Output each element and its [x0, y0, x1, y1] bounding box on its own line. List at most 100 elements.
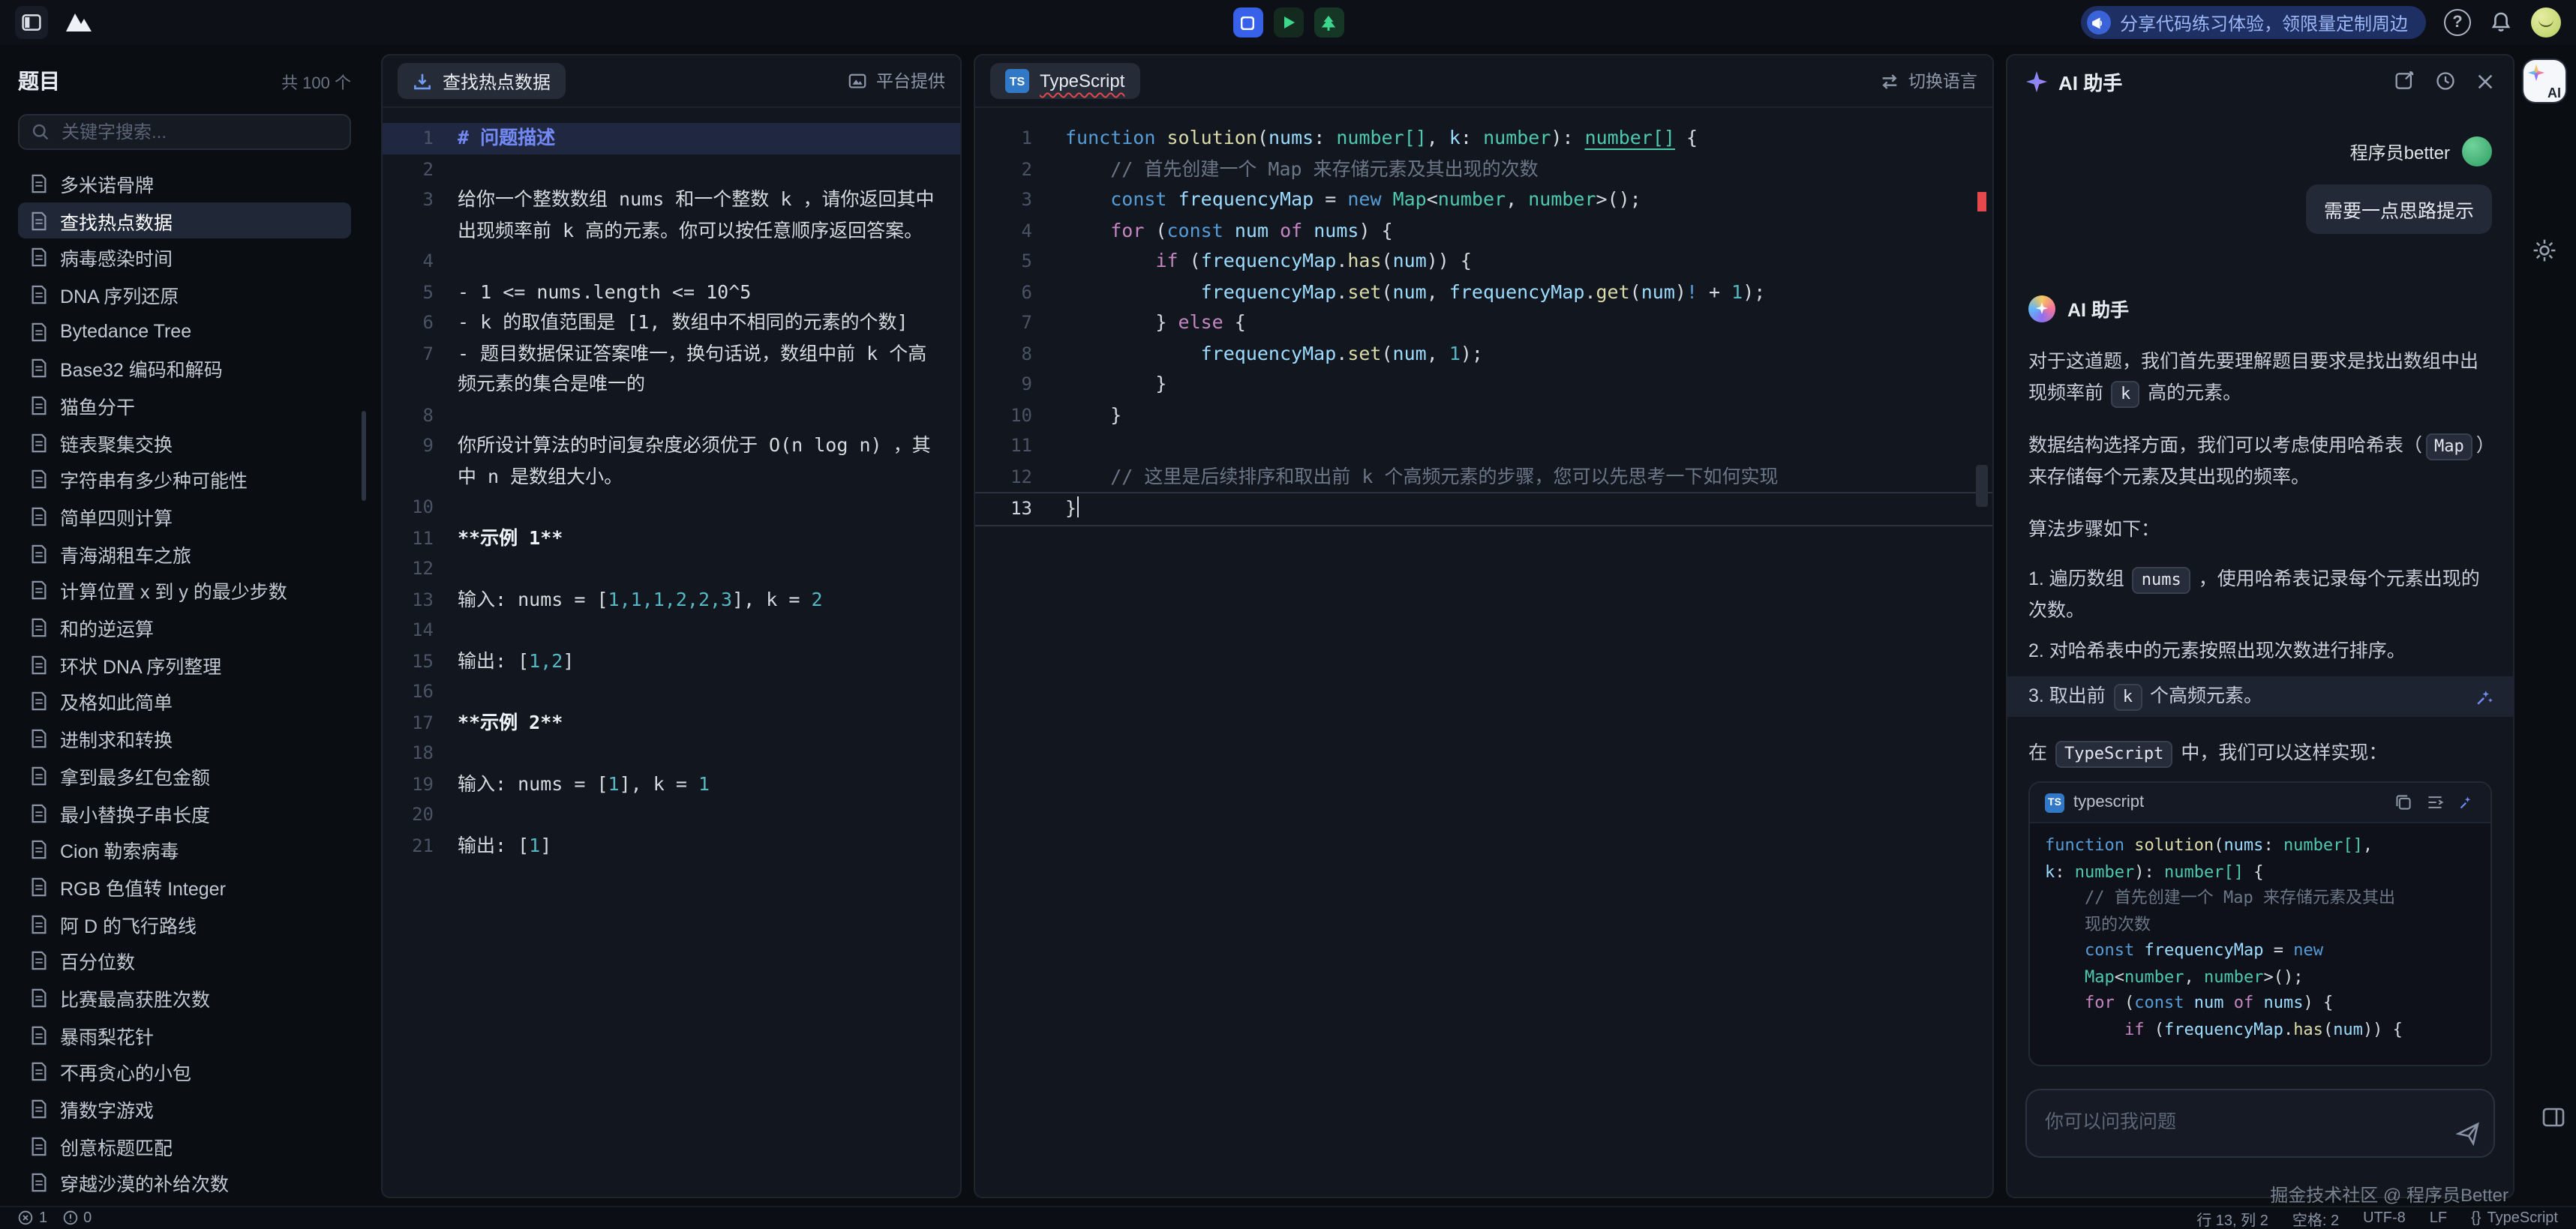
new-chat-icon[interactable] — [2394, 70, 2415, 91]
description-line[interactable]: 2 — [383, 154, 960, 184]
warning-count: 0 — [83, 1210, 92, 1226]
eol-setting[interactable]: LF — [2430, 1210, 2447, 1226]
user-avatar[interactable] — [2531, 7, 2561, 37]
sidebar-item-problem[interactable]: RGB 色值转 Integer — [18, 868, 351, 905]
description-line[interactable]: 10 — [383, 492, 960, 523]
sidebar-item-problem[interactable]: Base32 编码和解码 — [18, 350, 351, 387]
history-icon[interactable] — [2435, 70, 2456, 91]
description-line[interactable]: 20 — [383, 799, 960, 830]
ai-question-input[interactable] — [2042, 1102, 2451, 1144]
search-box[interactable] — [18, 114, 351, 150]
code-line[interactable]: 12 // 这里是后续排序和取出前 k 个高频元素的步骤，您可以先思考一下如何实… — [975, 461, 1992, 492]
line-number: 9 — [383, 430, 434, 461]
sidebar-item-problem[interactable]: 不再贪心的小包 — [18, 1054, 351, 1090]
code-line[interactable]: 6 frequencyMap.set(num, frequencyMap.get… — [975, 277, 1992, 307]
panel-collapse-icon[interactable] — [2541, 1105, 2565, 1129]
description-line[interactable]: 14 — [383, 615, 960, 646]
code-line[interactable]: 10 } — [975, 400, 1992, 430]
description-line[interactable]: 13输入: nums = [1,1,1,2,2,3], k = 2 — [383, 584, 960, 615]
close-icon[interactable] — [2475, 71, 2495, 91]
sidebar-item-problem[interactable]: 穿越沙漠的补给次数 — [18, 1165, 351, 1201]
sidebar-item-problem[interactable]: 猜数字游戏 — [18, 1090, 351, 1127]
send-icon[interactable] — [2456, 1122, 2480, 1146]
sidebar-item-problem[interactable]: 阿 D 的飞行路线 — [18, 906, 351, 943]
description-line[interactable]: 8 — [383, 400, 960, 430]
description-content[interactable]: 1# 问题描述23给你一个整数数组 nums 和一个整数 k ，请你返回其中出现… — [383, 108, 960, 1197]
description-line[interactable]: 19输入: nums = [1], k = 1 — [383, 769, 960, 799]
description-line[interactable]: 1# 问题描述 — [383, 123, 960, 154]
sidebar-scrollbar[interactable] — [362, 411, 366, 501]
description-line[interactable]: 12 — [383, 553, 960, 584]
ai-widget-button[interactable]: AI — [2523, 60, 2565, 102]
settings-gear-icon[interactable] — [2531, 237, 2558, 264]
editor-scrollbar[interactable] — [1976, 465, 1988, 507]
sidebar-item-problem[interactable]: 病毒感染时间 — [18, 239, 351, 276]
description-line[interactable]: 18 — [383, 738, 960, 769]
magic-icon[interactable] — [2457, 793, 2475, 811]
description-line[interactable]: 6- k 的取值范围是 [1, 数组中不相同的元素的个数] — [383, 307, 960, 338]
description-tab[interactable]: 查找热点数据 — [398, 63, 566, 99]
ai-input-box[interactable] — [2025, 1089, 2495, 1158]
run-button[interactable] — [1273, 7, 1303, 37]
sidebar-item-problem[interactable]: 多米诺骨牌 — [18, 165, 351, 202]
sidebar-item-problem[interactable]: 字符串有多少种可能性 — [18, 461, 351, 498]
insert-code-icon[interactable] — [2426, 793, 2444, 811]
promo-banner[interactable]: 分享代码练习体验，领限量定制周边 — [2081, 6, 2426, 39]
sidebar-item-problem[interactable]: 及格如此简单 — [18, 683, 351, 720]
problems-indicator[interactable]: 1 0 — [18, 1210, 92, 1226]
description-line[interactable]: 9你所设计算法的时间复杂度必须优于 O(n log n) ，其中 n 是数组大小… — [383, 430, 960, 492]
sidebar-item-problem[interactable]: 进制求和转换 — [18, 721, 351, 757]
sidebar-item-problem[interactable]: 比赛最高获胜次数 — [18, 979, 351, 1016]
sidebar-item-problem[interactable]: 百分位数 — [18, 943, 351, 979]
description-line[interactable]: 4 — [383, 246, 960, 277]
sidebar-toggle-button[interactable] — [15, 6, 48, 39]
code-line[interactable]: 2 // 首先创建一个 Map 来存储元素及其出现的次数 — [975, 154, 1992, 184]
description-line[interactable]: 7- 题目数据保证答案唯一，换句话说，数组中前 k 个高频元素的集合是唯一的 — [383, 338, 960, 400]
sidebar-item-problem[interactable]: 暴雨梨花针 — [18, 1017, 351, 1054]
sidebar-item-problem[interactable]: 拿到最多红包金额 — [18, 757, 351, 794]
code-line[interactable]: 3 const frequencyMap = new Map<number, n… — [975, 184, 1992, 215]
indentation-setting[interactable]: 空格: 2 — [2292, 1207, 2339, 1229]
sidebar-item-problem[interactable]: 最小替换子串长度 — [18, 794, 351, 831]
apply-suggestion-icon[interactable] — [2474, 686, 2495, 707]
sidebar-item-problem[interactable]: 简单四则计算 — [18, 498, 351, 535]
sidebar-item-problem[interactable]: 创意标题匹配 — [18, 1128, 351, 1165]
editor-language-tab[interactable]: TS TypeScript — [990, 63, 1139, 99]
sidebar-item-problem[interactable]: 计算位置 x 到 y 的最少步数 — [18, 572, 351, 609]
code-line[interactable]: 5 if (frequencyMap.has(num)) { — [975, 246, 1992, 277]
cursor-position[interactable]: 行 13, 列 2 — [2196, 1207, 2268, 1229]
description-line[interactable]: 3给你一个整数数组 nums 和一个整数 k ，请你返回其中出现频率前 k 高的… — [383, 184, 960, 246]
switch-language-button[interactable]: 切换语言 — [1880, 69, 1977, 93]
code-line[interactable]: 4 for (const num of nums) { — [975, 215, 1992, 246]
sidebar-item-problem[interactable]: 和的逆运算 — [18, 610, 351, 646]
stop-button[interactable] — [1232, 7, 1262, 37]
code-line[interactable]: 9 } — [975, 369, 1992, 400]
description-line[interactable]: 5- 1 <= nums.length <= 10^5 — [383, 277, 960, 307]
description-line[interactable]: 16 — [383, 676, 960, 707]
code-line[interactable]: 11 — [975, 430, 1992, 461]
sidebar-item-problem[interactable]: 猫鱼分干 — [18, 387, 351, 424]
editor-content[interactable]: 1function solution(nums: number[], k: nu… — [975, 108, 1992, 1197]
description-line[interactable]: 11**示例 1** — [383, 523, 960, 553]
code-line[interactable]: 8 frequencyMap.set(num, 1); — [975, 338, 1992, 369]
sidebar-item-problem[interactable]: 链表聚集交换 — [18, 424, 351, 461]
sidebar-item-problem[interactable]: Cion 勒索病毒 — [18, 832, 351, 868]
notifications-bell-icon[interactable] — [2489, 10, 2513, 34]
description-line[interactable]: 21输出: [1] — [383, 830, 960, 861]
code-line[interactable]: 7 } else { — [975, 307, 1992, 338]
description-line[interactable]: 15输出: [1,2] — [383, 646, 960, 676]
search-input[interactable] — [59, 120, 338, 144]
language-mode[interactable]: {} TypeScript — [2471, 1210, 2558, 1226]
copy-icon[interactable] — [2394, 793, 2412, 811]
sidebar-item-problem[interactable]: 环状 DNA 序列整理 — [18, 646, 351, 683]
code-line[interactable]: 13} — [975, 492, 1992, 526]
code-line[interactable]: 1function solution(nums: number[], k: nu… — [975, 123, 1992, 154]
sidebar-item-problem[interactable]: Bytedance Tree — [18, 313, 351, 350]
description-line[interactable]: 17**示例 2** — [383, 707, 960, 738]
sidebar-item-problem[interactable]: 青海湖租车之旅 — [18, 535, 351, 572]
sidebar-item-problem[interactable]: DNA 序列还原 — [18, 276, 351, 313]
help-button[interactable]: ? — [2444, 9, 2471, 36]
sidebar-item-problem[interactable]: 查找热点数据 — [18, 202, 351, 238]
encoding-setting[interactable]: UTF-8 — [2363, 1210, 2406, 1226]
submit-button[interactable] — [1314, 7, 1344, 37]
